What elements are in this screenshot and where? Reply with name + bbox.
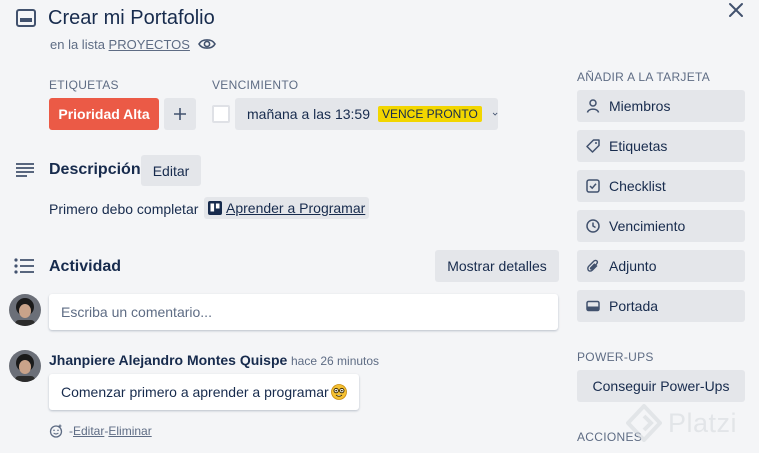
add-to-card-title: AÑADIR A LA TARJETA bbox=[577, 70, 711, 84]
attachment-button[interactable]: Adjunto bbox=[577, 250, 745, 282]
description-title: Descripción bbox=[49, 161, 141, 178]
comment-text: Comenzar primero a aprender a programar bbox=[61, 384, 329, 400]
trello-icon bbox=[208, 201, 222, 215]
comment-edit-link[interactable]: Editar bbox=[73, 424, 104, 438]
members-label: Miembros bbox=[609, 98, 671, 114]
paperclip-icon bbox=[587, 259, 599, 272]
attachment-label: Adjunto bbox=[609, 258, 657, 274]
platzi-watermark: Platzi bbox=[626, 404, 737, 442]
list-info: en la lista PROYECTOS bbox=[50, 37, 190, 52]
close-icon[interactable] bbox=[728, 2, 744, 18]
cover-icon bbox=[586, 300, 600, 312]
plus-icon bbox=[174, 108, 186, 120]
checklist-label: Checklist bbox=[609, 178, 666, 194]
labels-button[interactable]: Etiquetas bbox=[577, 130, 745, 162]
comment-time[interactable]: hace 26 minutos bbox=[291, 354, 379, 368]
checklist-icon bbox=[586, 179, 600, 193]
add-reaction-icon[interactable] bbox=[49, 424, 63, 438]
cover-label: Portada bbox=[609, 298, 659, 314]
chevron-down-icon bbox=[492, 112, 498, 116]
add-label-button[interactable] bbox=[164, 98, 196, 130]
list-link[interactable]: PROYECTOS bbox=[109, 37, 190, 52]
labels-section-label: ETIQUETAS bbox=[49, 78, 119, 92]
members-button[interactable]: Miembros bbox=[577, 90, 745, 122]
checklist-button[interactable]: Checklist bbox=[577, 170, 745, 202]
user-icon bbox=[586, 99, 600, 113]
card-icon bbox=[16, 9, 36, 27]
comment-input[interactable]: Escriba un comentario... bbox=[49, 294, 558, 330]
cover-button[interactable]: Portada bbox=[577, 290, 745, 322]
nerd-emoji-icon bbox=[330, 384, 347, 400]
get-powerups-button[interactable]: Conseguir Power-Ups bbox=[577, 370, 745, 402]
platzi-text: Platzi bbox=[668, 407, 738, 438]
card-title[interactable]: Crear mi Portafolio bbox=[48, 6, 215, 30]
due-section-label: VENCIMIENTO bbox=[212, 78, 299, 92]
show-details-button[interactable]: Mostrar detalles bbox=[435, 250, 559, 282]
description-card-link[interactable]: Aprender a Programar bbox=[204, 197, 370, 219]
edit-description-button[interactable]: Editar bbox=[141, 155, 201, 186]
activity-icon bbox=[14, 258, 36, 274]
due-date-sidebar-button[interactable]: Vencimiento bbox=[577, 210, 745, 242]
comment-delete-link[interactable]: Eliminar bbox=[108, 424, 151, 438]
due-checkbox[interactable] bbox=[212, 105, 230, 123]
powerups-title: POWER-UPS bbox=[577, 350, 654, 364]
comment-body: Comenzar primero a aprender a programar bbox=[49, 374, 359, 410]
labels-label: Etiquetas bbox=[609, 138, 668, 154]
due-status-badge: VENCE PRONTO bbox=[377, 106, 482, 122]
comment-author[interactable]: Jhanpiere Alejandro Montes Quispe bbox=[49, 352, 287, 368]
description-link-text: Aprender a Programar bbox=[226, 200, 366, 216]
comment-actions: - Editar - Eliminar bbox=[49, 424, 152, 438]
comment-author-avatar[interactable] bbox=[9, 350, 41, 382]
clock-icon bbox=[586, 219, 600, 233]
due-date-text: mañana a las 13:59 bbox=[247, 106, 370, 122]
platzi-logo-icon bbox=[626, 404, 662, 442]
due-date-sidebar-label: Vencimiento bbox=[609, 218, 686, 234]
description-icon bbox=[16, 163, 34, 177]
due-date-button[interactable]: mañana a las 13:59 VENCE PRONTO bbox=[235, 98, 498, 130]
tag-icon bbox=[586, 139, 600, 153]
activity-title: Actividad bbox=[49, 258, 122, 275]
list-prefix: en la lista bbox=[50, 37, 109, 52]
eye-icon[interactable] bbox=[198, 37, 216, 51]
description-text: Primero debo completar bbox=[49, 201, 199, 217]
label-chip[interactable]: Prioridad Alta bbox=[49, 98, 159, 130]
avatar[interactable] bbox=[9, 294, 41, 326]
